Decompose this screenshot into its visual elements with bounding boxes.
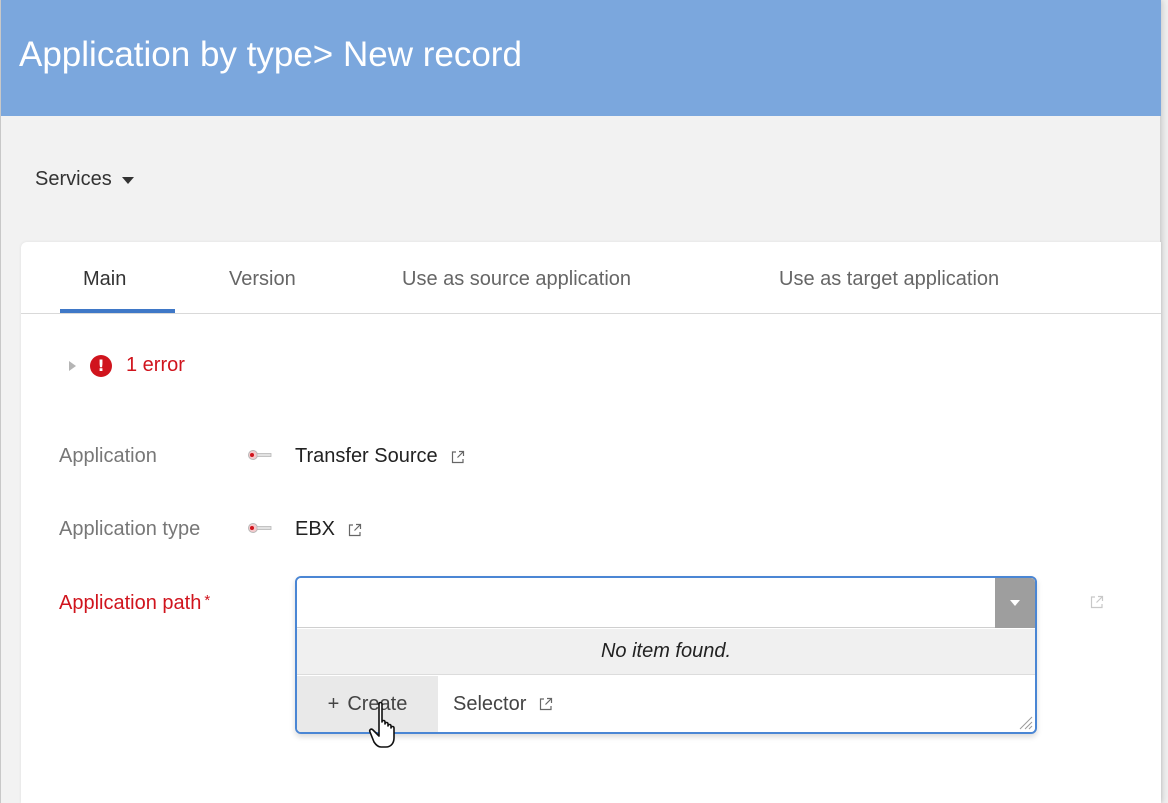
external-link-icon — [540, 697, 553, 711]
tab-bar: Main Version Use as source application U… — [21, 242, 1161, 314]
application-value: Transfer Source — [295, 445, 466, 468]
tab-main[interactable]: Main — [83, 268, 126, 291]
tab-version[interactable]: Version — [229, 268, 296, 291]
dropdown-footer: + Create Selector — [297, 676, 1035, 732]
no-item-message: No item found. — [297, 629, 1035, 675]
page-title: Application by type> New record — [19, 35, 522, 74]
external-link-icon[interactable] — [450, 449, 466, 465]
exclamation-icon: ! — [90, 354, 112, 377]
hand-cursor-icon — [368, 701, 395, 748]
application-type-label: Application type — [59, 518, 201, 540]
record-form-card: Main Version Use as source application U… — [21, 242, 1161, 803]
required-marker: * — [204, 592, 211, 609]
selector-link[interactable]: Selector — [453, 676, 554, 732]
error-summary[interactable]: ! 1 error — [69, 354, 185, 377]
page-header: Application by type> New record — [1, 0, 1161, 116]
error-count: 1 error — [126, 354, 185, 376]
caret-down-icon — [121, 177, 134, 184]
application-value-text: Transfer Source — [295, 445, 438, 467]
caret-down-icon — [1010, 600, 1020, 606]
dropdown-toggle-button[interactable] — [995, 578, 1035, 628]
resize-handle-icon[interactable] — [1015, 712, 1033, 730]
services-label: Services — [35, 168, 112, 190]
application-path-label-text: Application path — [59, 592, 202, 614]
primary-key-icon — [248, 523, 272, 533]
external-link-icon — [1090, 595, 1104, 609]
external-link-icon[interactable] — [347, 522, 363, 538]
selector-label: Selector — [453, 692, 527, 715]
active-tab-indicator — [60, 309, 175, 313]
tab-use-as-source-application[interactable]: Use as source application — [402, 268, 631, 291]
window: Application by type> New record Services… — [0, 0, 1161, 803]
services-menu-button[interactable]: Services — [35, 168, 134, 191]
application-path-input[interactable] — [297, 578, 1035, 628]
tab-use-as-target-application[interactable]: Use as target application — [779, 268, 999, 291]
expand-triangle-icon[interactable] — [69, 360, 76, 371]
application-label: Application — [59, 445, 157, 467]
application-type-value-text: EBX — [295, 518, 336, 540]
application-type-value: EBX — [295, 518, 363, 541]
plus-icon: + — [327, 692, 340, 715]
primary-key-icon — [248, 450, 272, 460]
application-path-label: Application path * — [59, 592, 210, 615]
